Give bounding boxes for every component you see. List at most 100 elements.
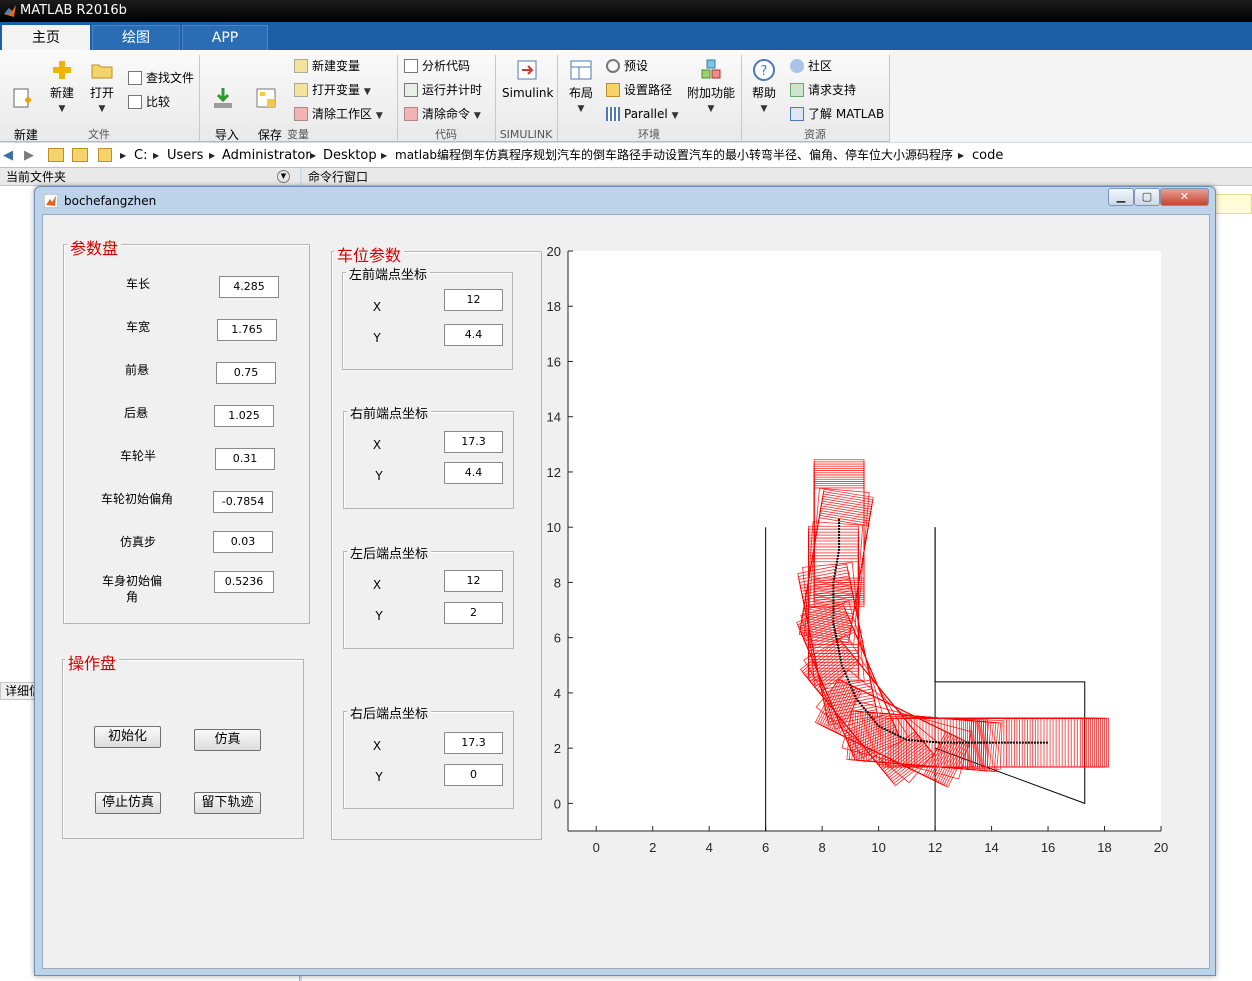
back-arrow-icon[interactable]: ◀ (3, 143, 13, 168)
parallel-icon (606, 107, 620, 121)
minimize-button[interactable]: ▁ (1108, 188, 1134, 206)
help-button[interactable]: ? 帮助 ▼ (748, 58, 780, 116)
sim-step-input[interactable]: 0.03 (213, 531, 273, 553)
new-variable-button[interactable]: 新建变量 (294, 58, 360, 74)
wheel-radius-label: 车轮半 (119, 449, 156, 463)
rear-right-y-input[interactable]: 0 (444, 764, 503, 786)
stop-simulation-button[interactable]: 停止仿真 (95, 792, 161, 814)
run-and-time-button[interactable]: 运行并计时 (404, 82, 482, 98)
simulate-button[interactable]: 仿真 (194, 729, 261, 751)
rear-overhang-label: 后悬 (123, 406, 148, 420)
rear-left-group (343, 551, 514, 649)
path-segment-desktop[interactable]: Desktop (323, 143, 377, 168)
request-support-button[interactable]: 请求支持 (790, 82, 856, 98)
addons-button[interactable]: 附加功能 ▼ (686, 58, 736, 116)
rear-overhang-input[interactable]: 1.025 (214, 405, 274, 427)
layout-icon (570, 60, 592, 80)
save-workspace-icon (256, 88, 276, 108)
front-left-x-label: X (372, 300, 382, 314)
car-length-label: 车长 (125, 277, 150, 291)
rear-left-y-input[interactable]: 2 (444, 602, 503, 624)
car-length-input[interactable]: 4.285 (219, 276, 279, 298)
wheel-radius-input[interactable]: 0.31 (215, 448, 275, 470)
parking-simulation-axes[interactable]: 0 2 4 6 8 10 12 14 16 18 20 0 2 4 6 8 10 12 14 16 18 20 (530, 240, 1180, 870)
set-path-button[interactable]: 设置路径 (606, 82, 672, 98)
group-divider (889, 55, 890, 141)
rear-right-y-label: Y (375, 770, 383, 784)
x-tick-label: 6 (762, 840, 769, 855)
svg-text:?: ? (761, 64, 768, 79)
learn-matlab-button[interactable]: 了解 MATLAB (790, 106, 884, 122)
wheel-initial-angle-input[interactable]: -0.7854 (213, 491, 273, 513)
new-variable-icon (294, 59, 308, 73)
clear-workspace-button[interactable]: 清除工作区 ▼ (294, 106, 383, 124)
body-initial-angle-input[interactable]: 0.5236 (214, 571, 274, 593)
group-label-variable: 变量 (287, 128, 309, 141)
rear-right-x-input[interactable]: 17.3 (444, 732, 503, 754)
run-time-icon (404, 83, 418, 97)
forward-arrow-icon[interactable]: ▶ (24, 143, 34, 168)
y-tick-label: 4 (554, 686, 561, 701)
x-tick-label: 10 (871, 840, 885, 855)
figure-title: bochefangzhen (64, 194, 157, 208)
clear-commands-button[interactable]: 清除命令 ▼ (404, 106, 481, 124)
analyze-code-label: 分析代码 (422, 59, 471, 73)
rear-left-x-input[interactable]: 12 (444, 570, 503, 592)
analyze-code-button[interactable]: 分析代码 (404, 58, 470, 74)
operations-panel-title: 操作盘 (65, 650, 120, 674)
folder-icon (606, 83, 620, 97)
car-width-input[interactable]: 1.765 (217, 319, 277, 341)
parameters-panel (63, 244, 310, 624)
keep-trace-button[interactable]: 留下轨迹 (194, 792, 261, 814)
parallel-button[interactable]: Parallel ▼ (606, 106, 678, 124)
pane-menu-icon[interactable]: ▼ (277, 170, 290, 183)
new-button[interactable]: 新建 ▼ (46, 58, 78, 116)
front-right-x-input[interactable]: 17.3 (444, 431, 503, 453)
tab-plots[interactable]: 绘图 (92, 25, 180, 50)
tab-home[interactable]: 主页 (2, 25, 90, 50)
learn-matlab-label: 了解 MATLAB (808, 107, 885, 121)
root-folder-icon[interactable] (98, 148, 112, 162)
compare-button[interactable]: 比较 (128, 94, 170, 110)
command-window-title: 命令行窗口 (308, 170, 369, 184)
group-label-resources: 资源 (804, 128, 826, 141)
layout-button[interactable]: 布局 ▼ (564, 58, 598, 116)
x-tick-label: 18 (1097, 840, 1111, 855)
path-segment-drive[interactable]: C: (134, 143, 147, 168)
x-tick-label: 20 (1154, 840, 1168, 855)
preferences-button[interactable]: 预设 (606, 58, 648, 74)
initialize-button[interactable]: 初始化 (94, 726, 161, 748)
path-segment-users[interactable]: Users (167, 143, 203, 168)
addons-cubes-icon (701, 59, 721, 79)
up-folder-icon[interactable] (48, 148, 64, 162)
learn-icon (790, 107, 804, 121)
find-files-button[interactable]: 查找文件 (128, 70, 194, 86)
front-left-x-input[interactable]: 12 (444, 289, 503, 311)
simulink-button[interactable]: Simulink (502, 58, 553, 100)
front-overhang-input[interactable]: 0.75 (216, 362, 276, 384)
community-button[interactable]: 社区 (790, 58, 832, 74)
front-right-y-label: Y (375, 469, 383, 483)
path-segment-project[interactable]: matlab编程倒车仿真程序规划汽车的倒车路径手动设置汽车的最小转弯半径、偏角、… (395, 143, 953, 168)
command-window-notice (1215, 194, 1252, 214)
open-variable-button[interactable]: 打开变量 ▼ (294, 82, 371, 100)
chevron-down-icon: ▼ (98, 104, 106, 114)
close-button[interactable]: ✕ (1160, 188, 1209, 206)
ribbon-tabbar: 主页 绘图 APP (0, 22, 1252, 50)
tab-apps[interactable]: APP (182, 25, 268, 50)
rear-left-group-title: 左后端点坐标 (347, 543, 432, 562)
front-right-y-input[interactable]: 4.4 (444, 462, 503, 484)
find-files-label: 查找文件 (146, 71, 195, 85)
help-label: 帮助 (751, 86, 776, 100)
browse-folder-icon[interactable] (72, 148, 88, 162)
front-overhang-label: 前悬 (124, 363, 149, 377)
open-button[interactable]: 打开 ▼ (86, 58, 118, 116)
chevron-down-icon: ▼ (577, 104, 585, 114)
path-segment-administrator[interactable]: Administrator (222, 143, 311, 168)
open-label: 打开 (89, 86, 114, 100)
front-right-group-title: 右前端点坐标 (347, 403, 432, 422)
front-left-y-input[interactable]: 4.4 (444, 324, 503, 346)
path-segment-code[interactable]: code (972, 143, 1003, 168)
y-tick-label: 16 (547, 354, 561, 369)
maximize-button[interactable]: ▢ (1134, 188, 1160, 206)
